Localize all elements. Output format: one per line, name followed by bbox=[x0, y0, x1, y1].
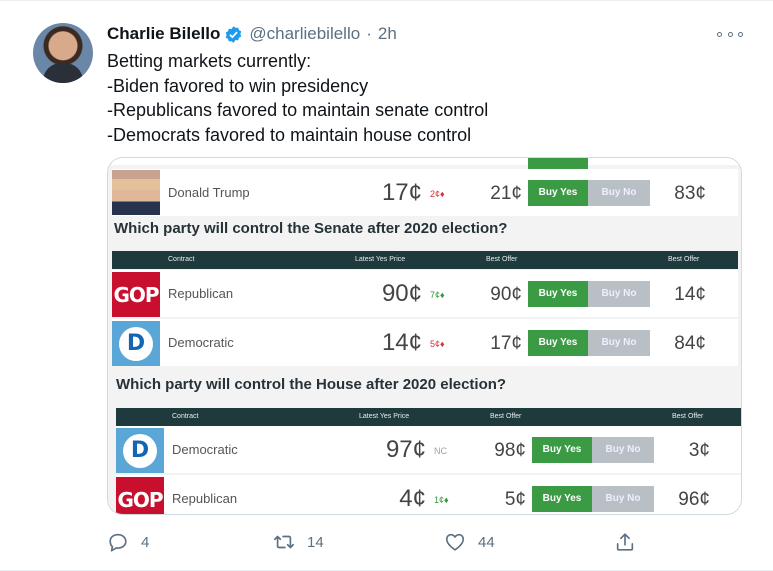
table-row-partial bbox=[112, 158, 738, 170]
senate-column-headers: Contract Latest Yes Price Best Offer Bes… bbox=[112, 251, 738, 269]
best-offer-no: 84¢ bbox=[674, 333, 706, 354]
col-best-offer: Best Offer bbox=[668, 256, 700, 263]
best-offer-yes: 90¢ bbox=[490, 284, 522, 305]
contract-name: Republican bbox=[172, 491, 238, 506]
buy-yes-button[interactable]: Buy Yes bbox=[528, 330, 588, 356]
democratic-logo-icon: D bbox=[116, 428, 164, 473]
latest-price: 14¢ bbox=[381, 329, 422, 356]
latest-price: 97¢ bbox=[385, 436, 426, 463]
price-change: 5¢♦ bbox=[430, 339, 445, 349]
best-offer-yes: 98¢ bbox=[494, 440, 526, 461]
col-best-offer: Best Offer bbox=[672, 413, 704, 420]
betting-market-table: Donald Trump 17¢ 2¢♦ 21¢ Buy Yes Buy No … bbox=[108, 158, 741, 514]
best-offer-yes: 5¢ bbox=[504, 489, 526, 510]
col-latest-yes-price: Latest Yes Price bbox=[355, 256, 406, 263]
timestamp[interactable]: 2h bbox=[378, 24, 397, 44]
senate-question: Which party will control the Senate afte… bbox=[114, 220, 508, 237]
best-offer-no: 14¢ bbox=[674, 284, 706, 305]
tweet-text: Betting markets currently: -Biden favore… bbox=[107, 49, 488, 147]
like-icon bbox=[445, 533, 465, 551]
house-question: Which party will control the House after… bbox=[116, 376, 507, 393]
buy-yes-button[interactable]: Buy Yes bbox=[532, 486, 592, 512]
author-name[interactable]: Charlie Bilello bbox=[107, 24, 220, 44]
buy-yes-button[interactable]: Buy Yes bbox=[528, 180, 588, 206]
like-count: 44 bbox=[478, 533, 495, 551]
buy-no-button[interactable]: Buy No bbox=[588, 330, 650, 356]
dem-logo-letter: D bbox=[130, 438, 150, 463]
col-contract: Contract bbox=[172, 413, 199, 420]
table-row-trump: Donald Trump 17¢ 2¢♦ 21¢ Buy Yes Buy No … bbox=[112, 169, 738, 216]
best-offer-no: 96¢ bbox=[678, 489, 710, 510]
contract-name: Republican bbox=[168, 286, 234, 301]
best-offer-no: 3¢ bbox=[688, 440, 710, 461]
retweet-count: 14 bbox=[307, 533, 324, 551]
latest-price: 17¢ bbox=[381, 179, 422, 206]
tweet-text-line: -Biden favored to win presidency bbox=[107, 75, 369, 96]
share-icon bbox=[616, 533, 634, 551]
reply-button[interactable]: 4 bbox=[107, 531, 149, 553]
gop-logo-icon: GOP bbox=[112, 272, 160, 317]
tweet-text-line: -Republicans favored to maintain senate … bbox=[107, 100, 489, 120]
author-handle[interactable]: @charliebilello bbox=[249, 24, 360, 44]
contract-name: Democratic bbox=[168, 335, 234, 350]
buy-no-button[interactable]: Buy No bbox=[592, 486, 654, 512]
col-latest-yes-price: Latest Yes Price bbox=[359, 413, 410, 420]
tweet-actions: 4 14 44 bbox=[107, 531, 637, 555]
dem-logo-letter: D bbox=[126, 331, 146, 356]
table-row-senate-republican: GOP Republican 90¢ 7¢♦ 90¢ Buy Yes Buy N… bbox=[112, 270, 738, 317]
avatar[interactable] bbox=[33, 23, 93, 83]
buy-yes-button[interactable]: Buy Yes bbox=[532, 437, 592, 463]
best-offer-yes: 21¢ bbox=[490, 183, 522, 204]
latest-price: 90¢ bbox=[381, 280, 422, 307]
best-offer-yes: 17¢ bbox=[490, 333, 522, 354]
price-change: 2¢♦ bbox=[430, 189, 445, 199]
col-best-offer: Best Offer bbox=[490, 413, 522, 420]
buy-yes-button[interactable]: Buy Yes bbox=[528, 281, 588, 307]
reply-count: 4 bbox=[141, 533, 150, 551]
contract-name: Democratic bbox=[172, 442, 238, 457]
more-icon[interactable] bbox=[717, 25, 743, 43]
separator-dot: · bbox=[366, 24, 372, 43]
democratic-logo-icon: D bbox=[112, 321, 160, 366]
tweet-text-line: -Democrats favored to maintain house con… bbox=[107, 124, 472, 145]
share-button[interactable] bbox=[614, 531, 636, 553]
latest-price: 4¢ bbox=[399, 485, 426, 512]
buy-no-button[interactable]: Buy No bbox=[588, 180, 650, 206]
price-change: NC bbox=[434, 446, 447, 456]
best-offer-no: 83¢ bbox=[674, 183, 706, 204]
col-best-offer: Best Offer bbox=[486, 256, 518, 263]
buy-no-button[interactable]: Buy No bbox=[592, 437, 654, 463]
price-change: 1¢♦ bbox=[434, 495, 449, 505]
retweet-icon bbox=[274, 535, 294, 549]
tweet-text-line: Betting markets currently: bbox=[107, 51, 312, 71]
reply-icon bbox=[109, 533, 127, 552]
table-row-senate-democratic: D Democratic 14¢ 5¢♦ 17¢ Buy Yes Buy No … bbox=[112, 319, 738, 366]
col-contract: Contract bbox=[168, 256, 195, 263]
candidate-photo bbox=[112, 170, 160, 215]
tweet-image[interactable]: Donald Trump 17¢ 2¢♦ 21¢ Buy Yes Buy No … bbox=[107, 157, 742, 515]
tweet-header: Charlie Bilello @charliebilello · 2h bbox=[107, 22, 397, 46]
gop-logo-icon: GOP bbox=[116, 477, 164, 514]
retweet-button[interactable]: 14 bbox=[273, 531, 324, 553]
buy-no-button[interactable]: Buy No bbox=[588, 281, 650, 307]
price-change: 7¢♦ bbox=[430, 290, 445, 300]
like-button[interactable]: 44 bbox=[444, 531, 495, 553]
table-row-house-democratic: D Democratic 97¢ NC 98¢ Buy Yes Buy No 3… bbox=[116, 426, 741, 473]
house-column-headers: Contract Latest Yes Price Best Offer Bes… bbox=[116, 408, 741, 426]
table-row-house-republican: GOP Republican 4¢ 1¢♦ 5¢ Buy Yes Buy No … bbox=[116, 475, 741, 514]
contract-name: Donald Trump bbox=[168, 185, 250, 200]
verified-badge-icon bbox=[226, 25, 242, 43]
tweet[interactable]: Charlie Bilello @charliebilello · 2h Bet… bbox=[0, 0, 773, 571]
